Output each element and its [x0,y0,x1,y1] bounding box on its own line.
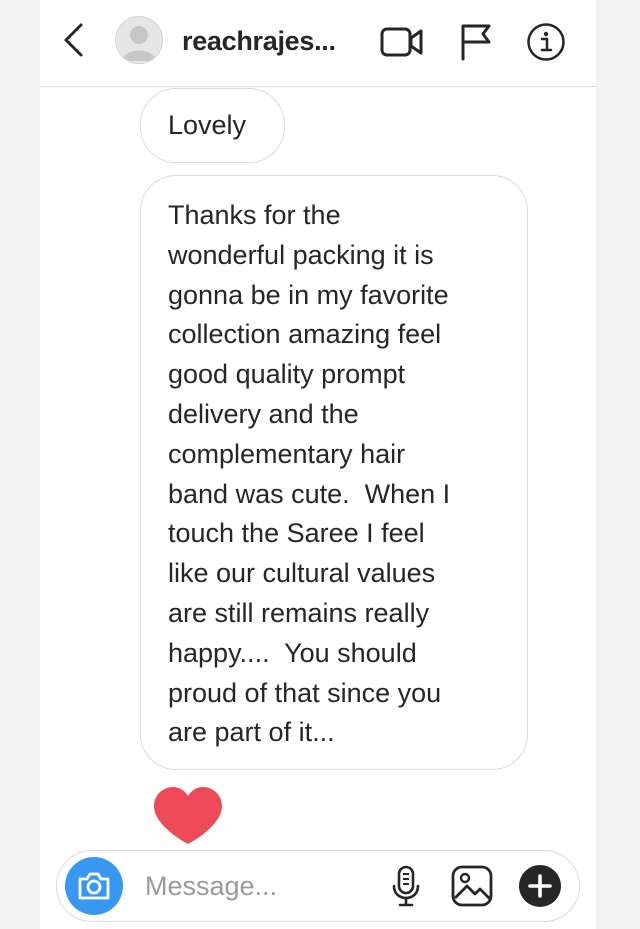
video-call-button[interactable] [380,20,424,64]
chevron-left-icon [64,23,83,57]
flag-icon [461,24,491,61]
chat-header: reachrajes... [40,0,596,87]
more-options-button[interactable] [517,863,563,909]
heart-icon [154,787,222,844]
plus-icon [519,865,561,907]
default-avatar-icon [122,26,156,61]
camera-button[interactable] [65,857,123,915]
chat-username[interactable]: reachrajes... [182,24,336,58]
message-bubble[interactable]: Thanks for the wonderful packing it is g… [140,175,528,770]
image-icon [451,865,493,907]
voice-message-button[interactable] [383,863,429,909]
info-icon [527,23,565,61]
back-button[interactable] [56,20,90,60]
video-camera-icon [380,27,423,57]
message-reaction[interactable] [152,786,224,846]
message-input[interactable] [145,865,365,907]
message-text: Lovely [168,109,247,140]
message-composer [56,850,580,922]
message-bubble[interactable]: Lovely [140,88,285,163]
gallery-button[interactable] [449,863,495,909]
report-flag-button[interactable] [454,20,498,64]
microphone-icon [392,865,420,907]
avatar[interactable] [115,16,163,64]
message-text: Thanks for the wonderful packing it is g… [168,200,451,748]
camera-icon [78,872,110,900]
info-button[interactable] [524,20,568,64]
